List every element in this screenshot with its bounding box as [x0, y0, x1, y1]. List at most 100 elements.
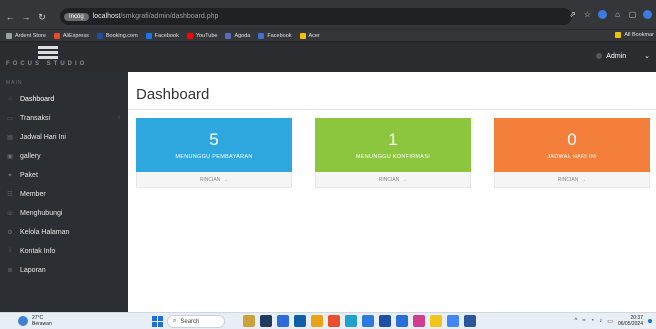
stat-count: 1	[388, 129, 398, 149]
bookmark-item[interactable]: Acer	[299, 32, 320, 39]
sidebar-item-gallery[interactable]: ▣ gallery	[0, 147, 128, 165]
bookmark-item[interactable]: Facebook	[145, 32, 179, 39]
app-widget-icon[interactable]	[243, 315, 255, 327]
app-edge-icon[interactable]	[277, 315, 289, 327]
home-icon: ⌂	[8, 96, 12, 102]
sidebar-item-label: gallery	[20, 152, 41, 160]
url-path: /smkgrafi/admin/dashboard.php	[120, 13, 219, 20]
stat-card: 1 MENUNGGU KONFIRMASI RINCIAN →	[315, 118, 471, 188]
bookmark-label: AliExpress	[62, 32, 89, 39]
app-photos-icon[interactable]	[413, 315, 425, 327]
gear-icon: ⚙	[7, 229, 13, 236]
bookmark-label: Ardent Store	[15, 32, 46, 39]
extension-icon[interactable]	[598, 10, 607, 19]
arrow-right-icon: →	[581, 176, 587, 183]
sidebar-item-paket[interactable]: ✦ Paket	[0, 166, 128, 184]
sidebar-item-label: Kontak Info	[20, 247, 56, 255]
puzzle-icon[interactable]: ⌂	[613, 10, 622, 19]
users-icon: ☷	[7, 191, 13, 198]
sidebar-item-label: Paket	[20, 171, 38, 179]
bookmark-item[interactable]: Ardent Store	[6, 32, 46, 39]
app-header: FOCUS STUDIO Admin ⌄	[0, 42, 656, 72]
bookmark-label: Facebook	[154, 32, 179, 39]
user-icon	[596, 53, 603, 59]
phone-icon: ☏	[6, 210, 14, 217]
bookmark-item[interactable]: Agoda	[225, 32, 250, 39]
forward-icon[interactable]: →	[20, 12, 32, 22]
bookmark-favicon-icon	[96, 32, 103, 39]
share-icon[interactable]: ⇗	[568, 10, 577, 19]
app-browser-icon[interactable]	[447, 315, 459, 327]
app-mail-icon[interactable]	[362, 315, 374, 327]
bookmark-label: YouTube	[195, 32, 218, 39]
taskbar-search-label: Search	[180, 318, 200, 325]
sidebar-item-dashboard[interactable]: ⌂ Dashboard	[0, 90, 128, 108]
image-icon: ▣	[7, 153, 13, 160]
info-icon: i	[9, 248, 11, 254]
incognito-pill: Incóg	[64, 12, 89, 21]
report-icon: ≣	[7, 267, 13, 274]
volume-icon[interactable]: ♪	[599, 318, 602, 324]
details-link[interactable]: RINCIAN →	[136, 172, 292, 188]
battery-icon[interactable]: ▭	[607, 318, 613, 325]
sidepanel-icon[interactable]: ▢	[628, 10, 637, 19]
sidebar-item-jadwal-hari-ini[interactable]: ▤ Jadwal Hari Ini	[0, 128, 128, 146]
sidebar-item-menghubungi[interactable]: ☏ Menghubungi	[0, 204, 128, 222]
all-bookmarks-button[interactable]: All Bookmar	[615, 32, 654, 38]
wifi-icon[interactable]: ◔	[591, 318, 595, 324]
app-firefox-icon[interactable]	[328, 315, 340, 327]
bookmarks-bar: Ardent Store AliExpress Booking.com Faceboo…	[0, 29, 656, 41]
cart-icon: ▭	[7, 115, 13, 122]
notification-icon[interactable]	[648, 319, 652, 323]
back-icon[interactable]: ←	[4, 12, 16, 22]
gift-icon: ✦	[7, 172, 13, 179]
star-icon[interactable]: ☆	[583, 10, 592, 19]
details-link[interactable]: RINCIAN →	[315, 172, 471, 188]
taskbar-search[interactable]: ⌕ Search	[167, 315, 225, 328]
weather-widget[interactable]: 27°C Berawan	[18, 315, 52, 327]
clock-date: 06/05/2024	[617, 321, 643, 327]
app-word-icon[interactable]	[464, 315, 476, 327]
page-title: Dashboard	[136, 86, 210, 103]
stat-label: MENUNGGU KONFIRMASI	[355, 153, 431, 160]
app-chrome-icon[interactable]	[345, 315, 357, 327]
app-vscode-icon[interactable]	[379, 315, 391, 327]
sidebar-item-laporan[interactable]: ≣ Laporan	[0, 261, 128, 279]
network-icon[interactable]: ≈	[582, 318, 585, 324]
app-notes-icon[interactable]	[430, 315, 442, 327]
chevron-up-icon[interactable]: ^	[575, 318, 578, 324]
address-bar[interactable]: Incóg localhost /smkgrafi/admin/dashboar…	[60, 8, 572, 25]
os-taskbar: 27°C Berawan ⌕ Search ^ ≈ ◔ ♪ ▭ 20:37 06…	[0, 312, 656, 329]
divider	[128, 109, 656, 110]
bookmark-label: Acer	[308, 32, 320, 39]
arrow-right-icon: →	[223, 176, 229, 183]
bookmark-favicon-icon	[225, 32, 232, 39]
windows-start-icon[interactable]	[152, 316, 163, 327]
sidebar-item-kelola-halaman[interactable]: ⚙ Kelola Halaman	[0, 223, 128, 241]
details-label: RINCIAN	[199, 176, 221, 183]
bookmark-item[interactable]: Facebook	[258, 32, 292, 39]
admin-menu[interactable]: Admin ⌄	[596, 52, 650, 60]
bookmark-item[interactable]: Booking.com	[96, 32, 138, 39]
reload-icon[interactable]: ↻	[36, 12, 48, 23]
stat-card-body: 1 MENUNGGU KONFIRMASI	[315, 118, 471, 172]
details-link[interactable]: RINCIAN →	[494, 172, 650, 188]
stat-count: 5	[209, 129, 219, 149]
sidebar-item-transaksi[interactable]: ▭ Transaksi ‹	[0, 109, 128, 127]
sidebar-item-kontak-info[interactable]: i Kontak Info	[0, 242, 128, 260]
app-store-icon[interactable]	[294, 315, 306, 327]
clock[interactable]: 20:37 06/05/2024	[618, 315, 643, 327]
app-taskview-icon[interactable]	[260, 315, 272, 327]
taskbar-apps	[243, 315, 476, 327]
app-files-icon[interactable]	[311, 315, 323, 327]
logo-mark-icon	[38, 46, 58, 60]
profile-icon[interactable]	[643, 10, 652, 19]
bookmark-item[interactable]: AliExpress	[53, 32, 89, 39]
app-calc-icon[interactable]	[396, 315, 408, 327]
logo[interactable]: FOCUS STUDIO	[6, 46, 118, 70]
bookmark-item[interactable]: YouTube	[186, 32, 218, 39]
folder-icon	[615, 32, 622, 38]
sidebar-item-label: Member	[20, 190, 46, 198]
sidebar-item-member[interactable]: ☷ Member	[0, 185, 128, 203]
bookmark-favicon-icon	[53, 32, 60, 39]
